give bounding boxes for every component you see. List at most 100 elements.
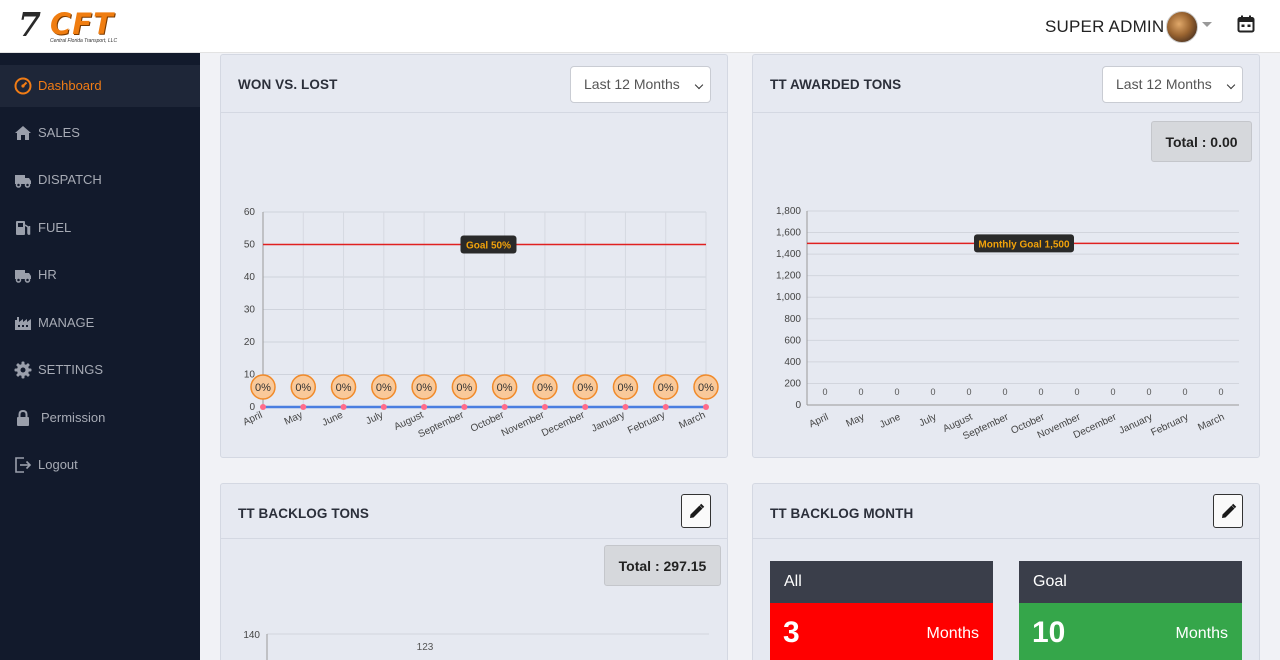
y-tick-label: 50 [244,240,256,251]
edit-button[interactable] [1213,494,1243,528]
x-tick-label: May [844,412,866,430]
y-tick-label: 1,200 [776,271,801,282]
fuel-pump-icon [13,219,33,237]
goal-label: Monthly Goal 1,500 [978,239,1070,250]
awarded-tons-chart: 0 200 400 600 800 1,000 1,200 1,400 1,600 1,800 Mo… [776,206,1239,442]
data-label: 0 [930,387,935,397]
lock-icon [13,409,33,427]
x-tick-label: January [1117,412,1154,437]
x-tick-label: February [1149,412,1190,439]
data-label: 0% [336,382,352,394]
sidebar-item-label: HR [38,267,57,282]
x-tick-label: September [417,409,467,440]
awarded-tons-card: TT AWARDED TONS Last 12 Months Total : 0… [752,54,1260,458]
truck-icon [13,266,33,284]
tile-body: 3 Months [770,603,993,660]
y-tick-label: 1,000 [776,292,801,303]
goal-label: Goal 50% [466,241,511,252]
data-label: 0 [1218,387,1223,397]
data-label: 0 [1074,387,1079,397]
sidebar-item-sales[interactable]: SALES [0,112,200,154]
x-tick-label: May [283,410,305,428]
y-tick-label: 30 [244,305,256,316]
tile-label: Goal [1019,561,1242,603]
calendar-icon[interactable] [1237,15,1255,33]
tile-body: 10 Months [1019,603,1242,660]
x-tick-label: June [878,412,903,431]
sidebar-item-dispatch[interactable]: DISPATCH [0,159,200,201]
card-header: TT BACKLOG MONTH [753,484,1259,539]
data-label: 0 [1110,387,1115,397]
x-tick-label: July [364,410,385,427]
gear-icon [13,361,33,379]
data-label: 0% [456,382,472,394]
factory-icon [13,314,33,332]
sidebar-item-label: DISPATCH [38,172,102,187]
data-point [421,404,428,410]
y-tick-label: 600 [784,335,801,346]
x-tick-label: June [321,410,346,429]
data-point [300,404,307,410]
data-point [582,404,589,410]
sidebar-item-label: Dashboard [38,78,102,93]
x-tick-label: March [1196,412,1226,434]
logout-icon [13,456,33,474]
user-name[interactable]: SUPER ADMIN [1045,17,1164,37]
data-label: 0% [577,382,593,394]
avatar[interactable] [1166,11,1198,43]
data-point [541,404,548,410]
data-label: 0% [376,382,392,394]
x-tick-label: March [677,410,707,432]
brand-logo[interactable]: 7 CFT Central Florida Transport, LLC [18,6,133,46]
x-tick-label: April [241,410,264,428]
tile-unit: Months [926,625,979,642]
sidebar-item-label: Logout [38,457,78,472]
data-point [260,404,266,410]
sidebar-item-label: SETTINGS [38,362,104,377]
pencil-icon [1221,503,1236,518]
sidebar-item-hr[interactable]: HR [0,254,200,296]
y-tick-label: 1,600 [776,228,801,239]
sidebar-item-dashboard[interactable]: Dashboard [0,65,200,107]
data-label: 0% [295,382,311,394]
backlog-tile-all: All 3 Months [770,561,993,660]
won-vs-lost-chart: 0102030405060Goal 50%0%April0%May0%June0… [241,207,719,440]
data-label: 123 [417,642,434,653]
chevron-down-icon[interactable] [1202,22,1212,27]
data-point [340,404,347,410]
x-tick-label: February [626,410,667,437]
won-vs-lost-card: WON VS. LOST Last 12 Months 0 10 20 30 40 50 6… [220,54,728,458]
y-tick-label: 0 [795,400,801,411]
sidebar-item-label: MANAGE [38,315,95,330]
backlog-month-card: TT BACKLOG MONTH All 3 Months Goal 10 Mo… [752,483,1260,660]
data-label: 0 [1038,387,1043,397]
backlog-tile-goal: Goal 10 Months [1019,561,1242,660]
card-title: TT BACKLOG MONTH [770,506,914,521]
sidebar-item-permission[interactable]: Permission [0,397,200,439]
sidebar-item-label: SALES [38,125,80,140]
data-point [380,404,387,410]
data-point [622,404,629,410]
tile-unit: Months [1175,625,1228,642]
y-tick-label: 140 [243,630,260,641]
data-point [461,404,468,410]
truck-icon [13,171,33,189]
data-label: 0 [858,387,863,397]
sidebar-item-label: FUEL [38,220,72,235]
tile-value: 3 [783,616,800,649]
logo-letters: CFT [50,7,114,41]
data-label: 0 [1182,387,1187,397]
sidebar-item-logout[interactable]: Logout [0,444,200,486]
y-tick-label: 40 [244,272,256,283]
sidebar-item-manage[interactable]: MANAGE [0,302,200,344]
x-tick-label: December [540,409,587,439]
data-point [703,404,709,410]
data-label: 0% [416,382,432,394]
data-label: 0% [537,382,553,394]
x-tick-label: April [807,412,830,430]
sidebar-item-fuel[interactable]: FUEL [0,207,200,249]
data-label: 0 [1002,387,1007,397]
x-tick-label: January [590,410,627,435]
home-icon [13,124,33,142]
sidebar-item-settings[interactable]: SETTINGS [0,349,200,391]
